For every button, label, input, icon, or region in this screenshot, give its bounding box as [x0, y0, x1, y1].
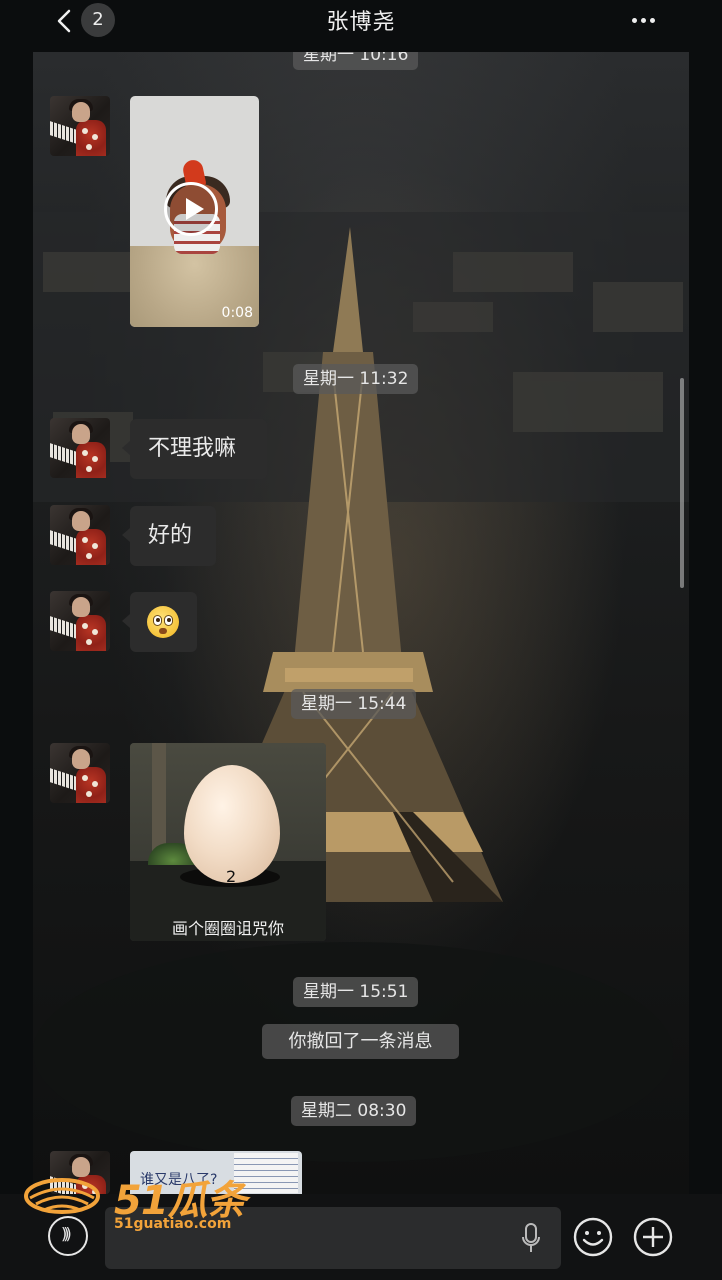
- watermark-logo-icon: [24, 1178, 100, 1214]
- avatar[interactable]: [50, 505, 110, 565]
- microphone-icon[interactable]: [521, 1222, 541, 1254]
- plus-icon[interactable]: [633, 1217, 673, 1257]
- sticker-message[interactable]: 2 画个圈圈诅咒你: [130, 743, 326, 941]
- timestamp: 星期一 11:32: [293, 364, 419, 394]
- timestamp: 星期一 15:44: [291, 689, 417, 719]
- flushed-face-icon: [147, 606, 179, 638]
- avatar[interactable]: [50, 418, 110, 478]
- recall-notice: 你撤回了一条消息: [262, 1024, 459, 1059]
- timestamp: 星期一 15:51: [293, 977, 419, 1007]
- scrollbar[interactable]: [680, 378, 684, 588]
- timestamp: 星期二 08:30: [291, 1096, 417, 1126]
- video-message[interactable]: 0:08: [130, 96, 259, 327]
- watermark-url: 51guatiao.com: [114, 1216, 232, 1232]
- play-icon[interactable]: [164, 182, 218, 236]
- avatar[interactable]: [50, 743, 110, 803]
- video-duration: 0:08: [221, 305, 253, 321]
- sticker-caption: 画个圈圈诅咒你: [171, 919, 284, 938]
- message-bubble[interactable]: 好的: [122, 506, 216, 566]
- chat-title: 张博尧: [326, 10, 396, 35]
- message-bubble[interactable]: 不理我嘛: [122, 419, 267, 479]
- chat-header: 2 张博尧: [0, 0, 722, 52]
- sticker-mark: 2: [226, 867, 237, 886]
- avatar[interactable]: [50, 591, 110, 651]
- emoji-icon[interactable]: [573, 1217, 613, 1257]
- watermark: 51瓜条 51guatiao.com: [22, 1168, 252, 1238]
- more-options-icon[interactable]: [630, 8, 664, 28]
- avatar[interactable]: [50, 96, 110, 156]
